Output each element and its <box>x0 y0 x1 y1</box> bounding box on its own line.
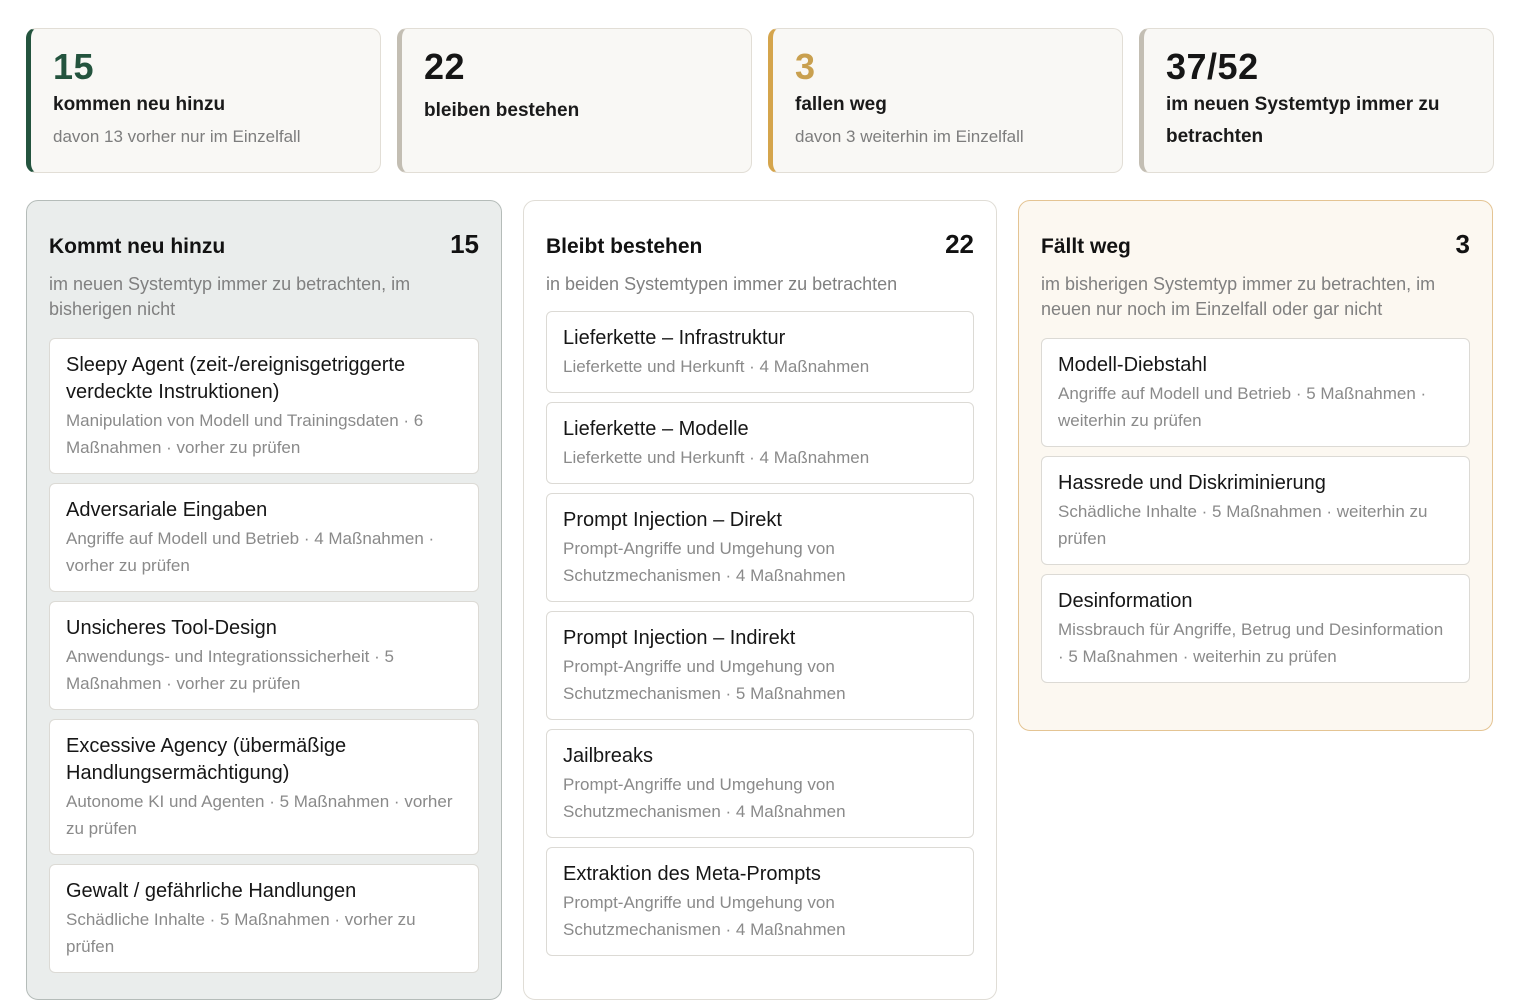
stat-label: bleiben bestehen <box>424 100 580 121</box>
threat-card[interactable]: Hassrede und Diskriminierung Schädliche … <box>1041 456 1470 565</box>
column-count: 22 <box>945 229 974 259</box>
threat-title: Lieferkette – Modelle <box>563 418 749 440</box>
threat-card[interactable]: Desinformation Missbrauch für Angriffe, … <box>1041 574 1470 683</box>
threat-title: Modell-Diebstahl <box>1058 354 1207 376</box>
stat-label: kommen neu hinzu <box>53 94 226 115</box>
threat-meta: Missbrauch für Angriffe, Betrug und Desi… <box>1058 620 1444 666</box>
stat-number: 15 <box>53 46 95 87</box>
column-header: Fällt weg 3 <box>1041 229 1470 260</box>
column-count: 3 <box>1455 229 1470 259</box>
threat-meta: Prompt-Angriffe und Umgehung von Schutzm… <box>563 775 846 821</box>
threat-meta: Prompt-Angriffe und Umgehung von Schutzm… <box>563 539 846 585</box>
threat-meta: Schädliche Inhalte · 5 Maßnahmen · vorhe… <box>66 910 416 956</box>
threat-title: Prompt Injection – Direkt <box>563 509 782 531</box>
stat-label: im neuen Systemtyp immer zu betrachten <box>1166 94 1440 147</box>
threat-card[interactable]: Prompt Injection – Indirekt Prompt-Angri… <box>546 611 974 720</box>
column-kept: Bleibt bestehen 22 in beiden Systemtypen… <box>523 200 997 1000</box>
threat-meta: Prompt-Angriffe und Umgehung von Schutzm… <box>563 893 846 939</box>
threat-meta: Angriffe auf Modell und Betrieb · 4 Maßn… <box>66 529 435 575</box>
threat-meta: Anwendungs- und Integrationssicherheit ·… <box>66 647 394 693</box>
column-title: Fällt weg <box>1041 235 1131 258</box>
threat-meta: Prompt-Angriffe und Umgehung von Schutzm… <box>563 657 846 703</box>
card-list: Sleepy Agent (zeit-/ereignisgetriggerte … <box>49 338 479 982</box>
column-added: Kommt neu hinzu 15 im neuen Systemtyp im… <box>26 200 502 1000</box>
threat-card[interactable]: Lieferkette – Modelle Lieferkette und He… <box>546 402 974 484</box>
column-header: Kommt neu hinzu 15 <box>49 229 479 260</box>
threat-card[interactable]: Extraktion des Meta-Prompts Prompt-Angri… <box>546 847 974 956</box>
threat-card[interactable]: Sleepy Agent (zeit-/ereignisgetriggerte … <box>49 338 479 474</box>
threat-card[interactable]: Prompt Injection – Direkt Prompt-Angriff… <box>546 493 974 602</box>
threat-title: Excessive Agency (übermäßige Handlungser… <box>66 735 347 784</box>
threat-meta: Lieferkette und Herkunft · 4 Maßnahmen <box>563 448 870 467</box>
threat-title: Desinformation <box>1058 590 1193 612</box>
stat-number: 37/52 <box>1166 46 1259 87</box>
threat-card[interactable]: Jailbreaks Prompt-Angriffe und Umgehung … <box>546 729 974 838</box>
threat-title: Adversariale Eingaben <box>66 499 268 521</box>
threat-card[interactable]: Gewalt / gefährliche Handlungen Schädlic… <box>49 864 479 973</box>
threat-title: Unsicheres Tool-Design <box>66 617 277 639</box>
threat-title: Gewalt / gefährliche Handlungen <box>66 880 357 902</box>
threat-title: Prompt Injection – Indirekt <box>563 627 796 649</box>
threat-card[interactable]: Modell-Diebstahl Angriffe auf Modell und… <box>1041 338 1470 447</box>
column-title: Bleibt bestehen <box>546 235 703 258</box>
threat-title: Hassrede und Diskriminierung <box>1058 472 1326 494</box>
stat-sub: davon 3 weiterhin im Einzelfall <box>795 127 1024 146</box>
threat-meta: Autonome KI und Agenten · 5 Maßnahmen · … <box>66 792 453 838</box>
stat-sub: davon 13 vorher nur im Einzelfall <box>53 127 301 146</box>
column-count: 15 <box>450 229 479 259</box>
threat-title: Jailbreaks <box>563 745 654 767</box>
card-list: Lieferkette – Infrastruktur Lieferkette … <box>546 311 974 965</box>
stat-card-added: 15 kommen neu hinzu davon 13 vorher nur … <box>26 28 381 173</box>
stat-number: 3 <box>795 46 816 87</box>
threat-card[interactable]: Unsicheres Tool-Design Anwendungs- und I… <box>49 601 479 710</box>
threat-title: Sleepy Agent (zeit-/ereignisgetriggerte … <box>66 354 406 403</box>
threat-meta: Lieferkette und Herkunft · 4 Maßnahmen <box>563 357 870 376</box>
threat-title: Lieferkette – Infrastruktur <box>563 327 786 349</box>
column-description: im neuen Systemtyp immer zu betrachten, … <box>49 274 411 319</box>
threat-title: Extraktion des Meta-Prompts <box>563 863 821 885</box>
threat-meta: Angriffe auf Modell und Betrieb · 5 Maßn… <box>1058 384 1427 430</box>
stat-card-kept: 22 bleiben bestehen <box>397 28 752 173</box>
threat-card[interactable]: Excessive Agency (übermäßige Handlungser… <box>49 719 479 855</box>
stat-card-total: 37/52 im neuen Systemtyp immer zu betrac… <box>1139 28 1494 173</box>
column-header: Bleibt bestehen 22 <box>546 229 974 260</box>
threat-meta: Manipulation von Modell und Trainingsdat… <box>66 411 424 457</box>
stat-card-removed: 3 fallen weg davon 3 weiterhin im Einzel… <box>768 28 1123 173</box>
column-removed: Fällt weg 3 im bisherigen Systemtyp imme… <box>1018 200 1493 731</box>
column-description: in beiden Systemtypen immer zu betrachte… <box>546 274 898 294</box>
card-list: Modell-Diebstahl Angriffe auf Modell und… <box>1041 338 1470 692</box>
summary-stats: 15 kommen neu hinzu davon 13 vorher nur … <box>26 28 1494 173</box>
threat-card[interactable]: Adversariale Eingaben Angriffe auf Model… <box>49 483 479 592</box>
stat-number: 22 <box>424 46 466 87</box>
stat-label: fallen weg <box>795 94 887 115</box>
threat-meta: Schädliche Inhalte · 5 Maßnahmen · weite… <box>1058 502 1428 548</box>
column-title: Kommt neu hinzu <box>49 235 226 258</box>
threat-card[interactable]: Lieferkette – Infrastruktur Lieferkette … <box>546 311 974 393</box>
column-description: im bisherigen Systemtyp immer zu betrach… <box>1041 274 1436 319</box>
